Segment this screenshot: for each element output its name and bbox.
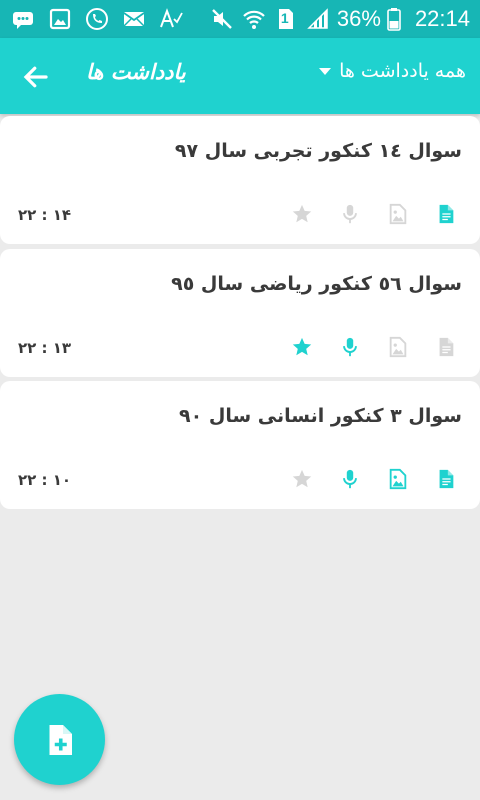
mail-icon (121, 6, 147, 32)
arrow-left-icon (23, 66, 48, 88)
document-icon (434, 335, 458, 359)
battery-level: 36% (336, 6, 381, 31)
note-card[interactable]: سوال ٥٦ کنکور ریاضی سال ٩٥ ۲۲ : ۱۳ (0, 249, 480, 377)
note-title: سوال ٥٦ کنکور ریاضی سال ٩٥ (171, 273, 462, 295)
filter-label: همه یادداشت ها (339, 60, 466, 82)
note-time: ۲۲ : ۱۰ (18, 471, 72, 489)
note-card[interactable]: سوال ١٤ کنکور تجربی سال ٩٧ ۲۲ : ۱۴ (0, 116, 480, 244)
add-note-button[interactable] (14, 694, 105, 785)
text-service-icon (158, 6, 184, 32)
note-time: ۲۲ : ۱۳ (18, 339, 72, 357)
document-icon (434, 202, 458, 226)
microphone-icon (338, 335, 362, 359)
image-icon (386, 202, 410, 226)
system-indicators: 1 36% 22:14 (209, 6, 470, 32)
clock: 22:14 (414, 6, 470, 31)
star-icon (290, 335, 314, 359)
note-attachments (290, 467, 458, 491)
note-attachments (290, 202, 458, 226)
chevron-down-icon (319, 67, 332, 75)
star-icon (290, 202, 314, 226)
note-time: ۲۲ : ۱۴ (18, 206, 72, 224)
document-icon (434, 467, 458, 491)
microphone-icon (338, 202, 362, 226)
signal-icon (305, 6, 331, 32)
battery-icon (387, 6, 401, 32)
note-title: سوال ۳ کنکور انسانی سال ۹۰ (179, 405, 462, 427)
sim-badge: 1 (280, 10, 289, 26)
status-bar: 1 36% 22:14 (0, 0, 480, 38)
back-button[interactable] (14, 55, 58, 99)
phone-forward-icon (84, 6, 110, 32)
notification-icons (10, 6, 184, 32)
note-attachments (290, 335, 458, 359)
messages-icon (10, 6, 36, 32)
microphone-icon (338, 467, 362, 491)
app-bar: یادداشت ها همه یادداشت ها (0, 38, 480, 114)
note-card[interactable]: سوال ۳ کنکور انسانی سال ۹۰ ۲۲ : ۱۰ (0, 381, 480, 509)
image-icon (47, 6, 73, 32)
sim-icon: 1 (273, 6, 299, 32)
page-title: یادداشت ها (86, 60, 186, 84)
note-add-icon (49, 724, 72, 755)
star-icon (290, 467, 314, 491)
mute-icon (209, 6, 235, 32)
image-icon (386, 335, 410, 359)
wifi-icon (241, 6, 267, 32)
image-icon (386, 467, 410, 491)
note-title: سوال ١٤ کنکور تجربی سال ٩٧ (174, 140, 462, 162)
filter-dropdown[interactable]: همه یادداشت ها (319, 60, 466, 82)
